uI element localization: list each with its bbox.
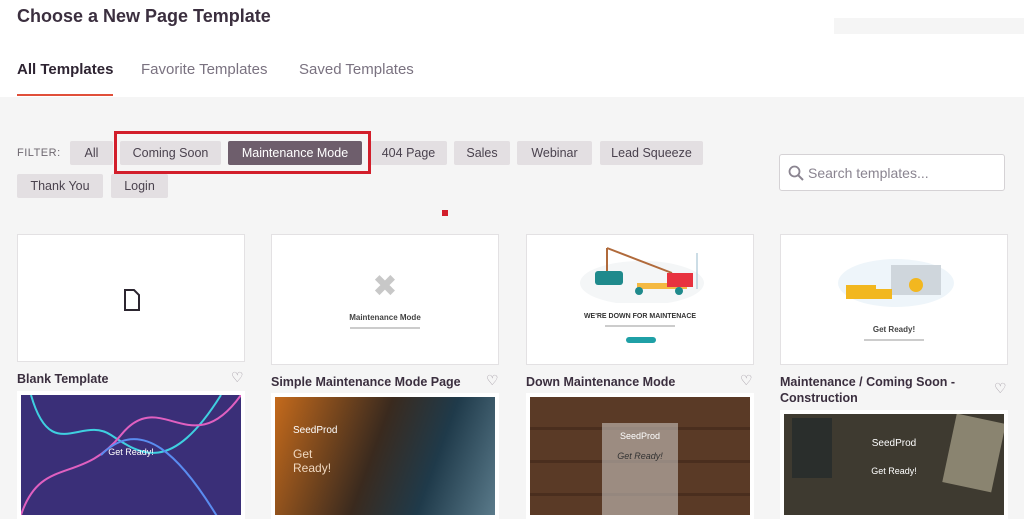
- template-title[interactable]: Blank Template: [17, 371, 108, 387]
- template-thumb-simple-maintenance[interactable]: ✖ Maintenance Mode: [271, 234, 499, 365]
- curves-illustration: [21, 395, 241, 515]
- thumb-heading: Maintenance Mode: [349, 313, 421, 322]
- thumb-panel: SeedProd Get Ready!: [602, 423, 678, 515]
- tab-all-templates[interactable]: All Templates: [17, 61, 114, 96]
- highlight-box: [114, 131, 371, 174]
- page-title: Choose a New Page Template: [17, 6, 271, 26]
- template-thumb-wood[interactable]: SeedProd Get Ready!: [526, 393, 754, 519]
- filter-label: FILTER:: [17, 147, 61, 159]
- template-title[interactable]: Down Maintenance Mode: [526, 374, 675, 390]
- thumb-heading: Get Ready!: [872, 325, 916, 334]
- template-thumb-blank[interactable]: [17, 234, 245, 362]
- filter-all[interactable]: All: [70, 141, 113, 165]
- thumb-heading: Get Ready!: [108, 447, 154, 457]
- thumb-paper: [942, 414, 1004, 493]
- thumb-heading: Get Ready!: [871, 466, 917, 476]
- filter-login[interactable]: Login: [111, 174, 168, 198]
- thumb-brand: SeedProd: [293, 425, 338, 436]
- tab-saved-templates[interactable]: Saved Templates: [299, 61, 414, 94]
- search-icon: [788, 165, 804, 181]
- template-thumb-typewriter[interactable]: SeedProd Get Ready!: [780, 410, 1008, 519]
- filter-thank-you[interactable]: Thank You: [17, 174, 103, 198]
- tab-favorite-templates[interactable]: Favorite Templates: [141, 61, 267, 94]
- tow-truck-illustration: [580, 247, 704, 303]
- template-title[interactable]: Simple Maintenance Mode Page: [271, 374, 461, 390]
- template-thumb-clouds[interactable]: SeedProd Get Ready!: [271, 393, 499, 519]
- filter-sales[interactable]: Sales: [454, 141, 510, 165]
- favorite-heart-icon[interactable]: ♡: [994, 380, 1007, 397]
- template-thumb-curves[interactable]: Get Ready!: [17, 391, 245, 519]
- thumb-heading: Get Ready!: [617, 451, 663, 461]
- construction-illustration: [838, 259, 954, 307]
- template-thumb-down-maintenance[interactable]: WE'RE DOWN FOR MAINTENACE: [526, 234, 754, 365]
- file-icon: [124, 289, 140, 311]
- search-input[interactable]: [808, 155, 998, 190]
- thumb-heading: Get Ready!: [293, 447, 332, 475]
- favorite-heart-icon[interactable]: ♡: [486, 372, 499, 389]
- filter-webinar[interactable]: Webinar: [517, 141, 592, 165]
- search-box[interactable]: [779, 154, 1005, 191]
- thumb-brand: SeedProd: [619, 431, 661, 441]
- template-thumb-construction[interactable]: Get Ready!: [780, 234, 1008, 365]
- red-marker: [442, 210, 448, 216]
- thumb-text-line: [350, 327, 420, 329]
- template-title[interactable]: Maintenance / Coming Soon - Construction: [780, 374, 980, 406]
- filter-lead-squeeze[interactable]: Lead Squeeze: [600, 141, 703, 165]
- thumb-text-line: [864, 339, 924, 341]
- filter-404-page[interactable]: 404 Page: [370, 141, 447, 165]
- top-bar-placeholder: [834, 18, 1024, 34]
- header: Choose a New Page Template All Templates…: [0, 0, 1024, 97]
- tools-icon: ✖: [372, 270, 398, 303]
- thumb-brand: SeedProd: [871, 438, 917, 449]
- thumb-text-line: [605, 325, 675, 327]
- favorite-heart-icon[interactable]: ♡: [231, 369, 244, 386]
- thumb-button: [626, 337, 656, 343]
- thumb-heading: WE'RE DOWN FOR MAINTENACE: [583, 313, 697, 320]
- favorite-heart-icon[interactable]: ♡: [740, 372, 753, 389]
